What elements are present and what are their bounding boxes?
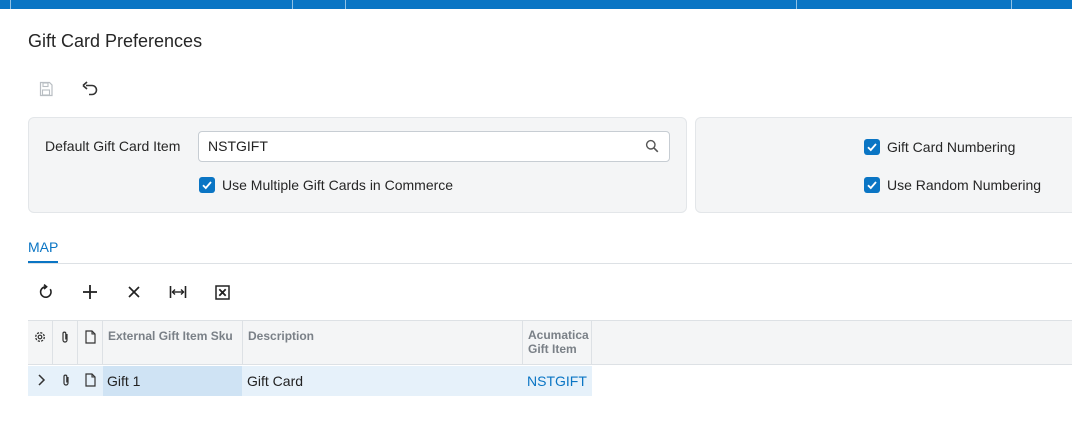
refresh-button[interactable] [35, 281, 57, 303]
fit-columns-button[interactable] [167, 281, 189, 303]
save-icon [39, 81, 53, 97]
row-description-cell[interactable]: Gift Card [243, 366, 523, 396]
gear-icon[interactable] [33, 330, 47, 344]
add-icon [83, 285, 97, 299]
undo-button[interactable] [79, 78, 101, 100]
document-icon[interactable] [85, 373, 96, 387]
refresh-icon [39, 284, 52, 298]
column-header-acumatica-gift-item[interactable]: Acumatica Gift Item [523, 321, 592, 365]
search-icon[interactable] [645, 139, 659, 153]
use-multiple-gift-cards-label: Use Multiple Gift Cards in Commerce [222, 177, 454, 193]
column-header-description[interactable]: Description [243, 321, 523, 365]
use-random-numbering-label: Use Random Numbering [887, 177, 1042, 193]
gift-card-numbering-option[interactable]: Gift Card Numbering [864, 139, 1015, 155]
gift-card-numbering-label: Gift Card Numbering [887, 139, 1016, 155]
settings-panel-left: Default Gift Card Item NSTGIFT Use Multi… [28, 117, 687, 213]
use-random-numbering-checkbox[interactable] [864, 177, 880, 193]
document-icon [84, 330, 96, 344]
export-excel-button[interactable] [211, 281, 233, 303]
paperclip-icon[interactable] [61, 373, 71, 387]
row-gift-item-cell[interactable]: NSTGIFT [523, 366, 592, 396]
checkmark-icon [867, 143, 877, 152]
paperclip-icon [62, 331, 68, 343]
column-settings-cell[interactable] [28, 321, 53, 365]
undo-icon [82, 81, 98, 96]
use-random-numbering-option[interactable]: Use Random Numbering [864, 177, 1041, 193]
default-gift-card-item-input[interactable]: NSTGIFT [198, 131, 670, 162]
settings-panel-right: Gift Card Numbering Use Random Numbering [695, 117, 1072, 213]
export-excel-icon [214, 284, 230, 300]
grid-header: External Gift Item Sku Description Acuma… [28, 320, 1072, 365]
tab-map[interactable]: MAP [28, 239, 58, 255]
delete-row-button[interactable] [123, 281, 145, 303]
use-multiple-gift-cards-checkbox[interactable] [199, 177, 215, 193]
fit-columns-icon [169, 286, 187, 298]
default-gift-card-item-value: NSTGIFT [208, 138, 268, 154]
row-sku-cell[interactable]: Gift 1 [103, 366, 242, 396]
checkmark-icon [202, 181, 212, 190]
row-attachments-cell[interactable] [53, 366, 78, 396]
checkmark-icon [867, 181, 877, 190]
use-multiple-gift-cards-option[interactable]: Use Multiple Gift Cards in Commerce [199, 177, 453, 193]
row-notes-cell[interactable] [78, 366, 103, 396]
table-row[interactable]: Gift 1 Gift Card NSTGIFT [28, 366, 592, 396]
delete-icon [128, 286, 140, 298]
add-row-button[interactable] [79, 281, 101, 303]
top-nav-bar [0, 0, 1072, 9]
notes-column-header [78, 321, 103, 365]
chevron-right-icon[interactable] [36, 373, 46, 387]
column-header-sku[interactable]: External Gift Item Sku [103, 321, 243, 365]
tabs-divider [28, 263, 1072, 264]
page-title: Gift Card Preferences [28, 31, 203, 51]
gift-card-numbering-checkbox[interactable] [864, 139, 880, 155]
attachments-column-header [53, 321, 78, 365]
row-expand-cell[interactable] [28, 366, 53, 396]
gift-item-link[interactable]: NSTGIFT [527, 373, 587, 389]
default-gift-card-item-label: Default Gift Card Item [45, 138, 181, 154]
save-button[interactable] [35, 78, 57, 100]
